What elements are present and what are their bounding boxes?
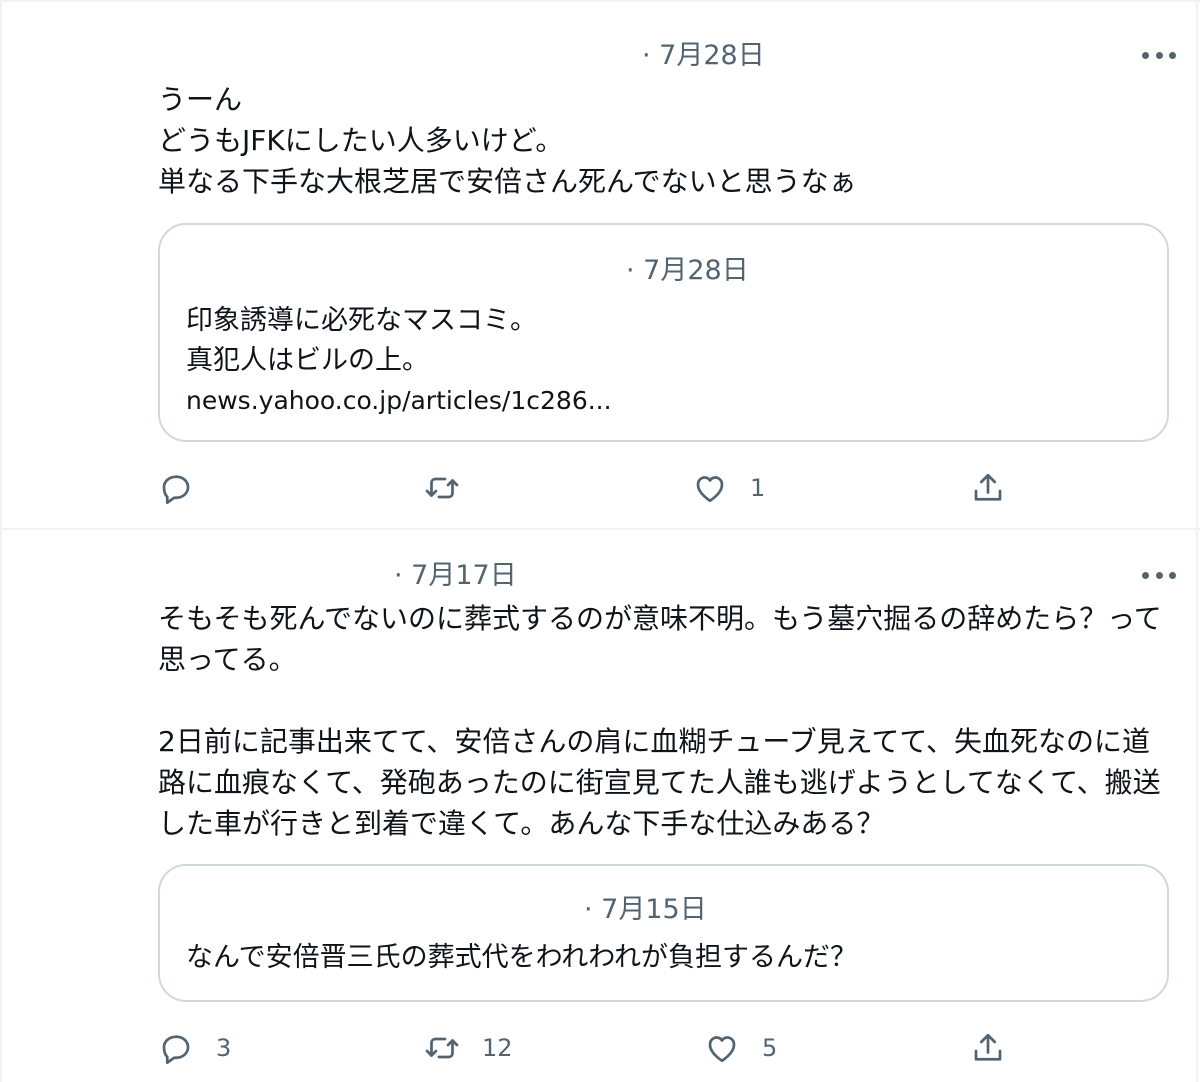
retweet-icon — [425, 477, 459, 499]
reply-icon — [162, 1035, 190, 1065]
like-count: 5 — [762, 1034, 778, 1062]
share-button[interactable] — [970, 1028, 1028, 1068]
quoted-tweet-date: · 7月28日 — [626, 255, 749, 286]
more-icon[interactable] — [1142, 50, 1176, 60]
tweet-text: うーん どうもJFKにしたい人多いけど。 単なる下手な大根芝居で安倍さん死んでな… — [158, 83, 857, 198]
quoted-tweet[interactable]: · 7月15日 なんで安倍晋三氏の葬式代をわれわれが負担するんだ？ — [158, 864, 1169, 1002]
quoted-tweet-text: 印象誘導に必死なマスコミ。 真犯人はビルの上。 — [186, 305, 537, 376]
retweet-button[interactable] — [424, 468, 482, 508]
quoted-tweet[interactable]: · 7月28日 印象誘導に必死なマスコミ。 真犯人はビルの上。 news.yah… — [158, 223, 1169, 442]
reply-icon — [162, 475, 190, 505]
like-count: 1 — [750, 474, 766, 502]
share-button[interactable] — [970, 468, 1028, 508]
retweet-count: 12 — [482, 1034, 513, 1062]
more-icon[interactable] — [1142, 570, 1176, 580]
like-button[interactable]: 1 — [692, 468, 765, 508]
tweet-text: そもそも死んでないのに葬式するのが意味不明。もう墓穴掘るの辞めたら？って思ってる… — [158, 602, 1162, 840]
like-button[interactable]: 5 — [704, 1028, 777, 1068]
retweet-icon — [425, 1037, 459, 1059]
share-icon — [974, 1033, 1002, 1061]
tweet-actions: 3 12 5 — [158, 1028, 1058, 1068]
reply-button[interactable]: 3 — [158, 1028, 231, 1068]
quoted-tweet-date: · 7月15日 — [584, 894, 707, 925]
tweet[interactable]: · 7月28日 うーん どうもJFKにしたい人多いけど。 単なる下手な大根芝居で… — [2, 0, 1200, 530]
reply-count: 3 — [216, 1034, 232, 1062]
tweet-date[interactable]: · 7月28日 — [642, 42, 765, 69]
quoted-tweet-link[interactable]: news.yahoo.co.jp/articles/1c286... — [186, 381, 612, 421]
tweet-date[interactable]: · 7月17日 — [394, 562, 517, 589]
quoted-tweet-text: なんで安倍晋三氏の葬式代をわれわれが負担するんだ？ — [186, 942, 857, 973]
tweet-feed: · 7月28日 うーん どうもJFKにしたい人多いけど。 単なる下手な大根芝居で… — [0, 0, 1200, 1082]
tweet-actions: 1 — [158, 468, 1058, 508]
tweet[interactable]: · 7月17日 そもそも死んでないのに葬式するのが意味不明。もう墓穴掘るの辞めた… — [2, 530, 1200, 1082]
reply-button[interactable] — [158, 468, 216, 508]
share-icon — [974, 473, 1002, 501]
heart-icon — [696, 476, 724, 503]
heart-icon — [708, 1036, 736, 1063]
retweet-button[interactable]: 12 — [424, 1028, 513, 1068]
